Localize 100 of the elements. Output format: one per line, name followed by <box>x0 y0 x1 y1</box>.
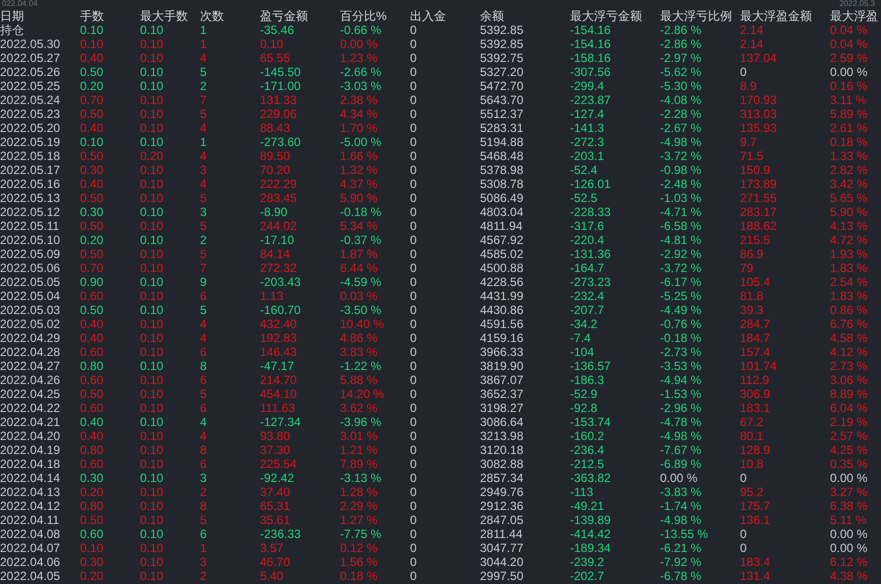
table-cell-text: 0 <box>410 457 418 471</box>
table-cell-text: 0.86 % <box>830 303 868 317</box>
table-cell-text: 2.14 <box>740 23 764 37</box>
table-cell-text: 2022.05.11 <box>0 219 60 233</box>
table-cell-text: 0 <box>410 261 418 275</box>
table-cell-text: 3.11 % <box>830 93 868 107</box>
table-cell-text: 0 <box>410 65 418 79</box>
table-cell-text: 0.40 <box>80 331 104 345</box>
table-cell-text: -6.78 % <box>660 569 702 583</box>
table-cell-text: -5.00 % <box>340 135 382 149</box>
table-cell-text: 2022.05.06 <box>0 261 62 275</box>
table-cell-text: 271.55 <box>740 191 778 205</box>
table-cell-text: -47.17 <box>260 359 296 373</box>
column-header: 最大浮亏金额 <box>570 9 643 23</box>
table-cell-text: 6.44 % <box>340 261 378 275</box>
table-cell-text: 4.25 % <box>830 443 868 457</box>
table-cell-text: -158.16 <box>570 51 612 65</box>
table-cell-text: 14.20 % <box>340 387 386 401</box>
table-cell-text: -52.5 <box>570 191 598 205</box>
table-cell-text: -52.9 <box>570 387 598 401</box>
table-cell-text: 2022.04.27 <box>0 359 62 373</box>
table-cell-text: 0.60 <box>80 457 104 471</box>
table-cell-text: 2022.04.07 <box>0 541 62 555</box>
table-cell-text: 0.10 <box>140 359 164 373</box>
table-cell-text: -4.98 % <box>660 135 702 149</box>
table-cell-text: 184.7 <box>740 331 772 345</box>
table-cell-text: 0.10 <box>140 205 164 219</box>
table-cell-text: -0.66 % <box>340 23 382 37</box>
table-cell-text: 67.2 <box>740 415 764 429</box>
table-cell-text: -212.5 <box>570 457 606 471</box>
table-cell-text: 2022.04.05 <box>0 569 62 583</box>
table-cell-text: 81.8 <box>740 289 764 303</box>
table-cell-text: -273.60 <box>260 135 302 149</box>
table-cell-text: -5.25 % <box>660 289 702 303</box>
table-cell-text: 1 <box>200 23 208 37</box>
table-cell-text: -228.33 <box>570 205 612 219</box>
table-cell-text: 2022.05.13 <box>0 191 62 205</box>
table-cell-text: 1.32 % <box>340 163 378 177</box>
table-cell-text: 3.06 % <box>830 373 868 387</box>
table-cell-text: 5 <box>200 191 208 205</box>
table-cell-text: 0 <box>410 317 418 331</box>
table-cell-text: 6 <box>200 345 208 359</box>
table-cell-text: 0 <box>410 359 418 373</box>
table-cell-text: 2022.05.26 <box>0 65 62 79</box>
table-cell-text: 1.87 % <box>340 247 378 261</box>
table-cell-text: 5194.88 <box>480 135 524 149</box>
column-header: 日期 <box>0 9 25 23</box>
table-cell-text: 0 <box>740 541 748 555</box>
table-cell-text: 454.10 <box>260 387 298 401</box>
table-cell-text: 3198.27 <box>480 401 524 415</box>
table-cell-text: 0.10 <box>140 79 164 93</box>
table-cell-text: 0.10 <box>140 275 164 289</box>
date-label: 2022.05.3 <box>839 0 875 8</box>
table-cell-text: 0.10 <box>140 37 164 51</box>
table-cell-text: 0 <box>410 247 418 261</box>
table-cell-text: 0.80 <box>80 443 104 457</box>
table-cell-text: 0 <box>410 37 418 51</box>
table-cell-text: 0.10 <box>140 401 164 415</box>
table-cell-text: 4 <box>200 177 208 191</box>
table-cell-text: -92.42 <box>260 471 296 485</box>
table-cell-text: 2.14 <box>740 37 764 51</box>
table-cell-text: 284.7 <box>740 317 772 331</box>
table-cell-text: 0.10 <box>140 569 164 583</box>
table-cell-text: 4811.94 <box>480 219 524 233</box>
table-cell-text: -1.03 % <box>660 191 702 205</box>
table-cell-text: 313.03 <box>740 107 778 121</box>
table-cell-text: 2811.44 <box>480 527 524 541</box>
table-cell-text: 3086.64 <box>480 415 524 429</box>
table-cell-text: 2022.04.20 <box>0 429 62 443</box>
table-cell-text: 5378.98 <box>480 163 524 177</box>
table-cell-text: 6 <box>200 457 208 471</box>
table-cell-text: 0 <box>410 93 418 107</box>
table-cell-text: -220.4 <box>570 233 606 247</box>
table-cell-text: 0 <box>740 65 748 79</box>
table-cell-text: -145.50 <box>260 65 302 79</box>
table-cell-text: -4.59 % <box>340 275 382 289</box>
table-cell-text: 0.10 <box>140 107 164 121</box>
table-cell-text: 39.3 <box>740 303 764 317</box>
table-cell-text: 173.89 <box>740 177 778 191</box>
table-cell-text: 0.10 <box>140 261 164 275</box>
column-header: 出入金 <box>410 9 447 23</box>
table-cell-text: 持仓 <box>0 23 25 37</box>
table-cell-text: 88.43 <box>260 121 292 135</box>
table-cell-text: 4 <box>200 51 208 65</box>
table-cell-text: 2022.05.05 <box>0 275 62 289</box>
table-cell-text: 5 <box>200 303 208 317</box>
table-cell-text: 4.58 % <box>830 331 868 345</box>
table-cell-text: -0.98 % <box>660 163 702 177</box>
table-cell-text: 8.9 <box>740 79 758 93</box>
table-cell-text: 0.20 <box>140 149 164 163</box>
table-cell-text: -126.01 <box>570 177 612 191</box>
table-cell-text: -104 <box>570 345 596 359</box>
table-cell-text: 0.35 % <box>830 457 868 471</box>
table-cell-text: 0.50 <box>80 303 104 317</box>
table-cell-text: 5308.78 <box>480 177 524 191</box>
table-cell-text: 0.10 <box>140 247 164 261</box>
table-cell-text: 10.8 <box>740 457 764 471</box>
table-cell-text: -160.70 <box>260 303 302 317</box>
table-cell-text: 0 <box>410 387 418 401</box>
table-cell-text: 0.16 % <box>830 79 868 93</box>
